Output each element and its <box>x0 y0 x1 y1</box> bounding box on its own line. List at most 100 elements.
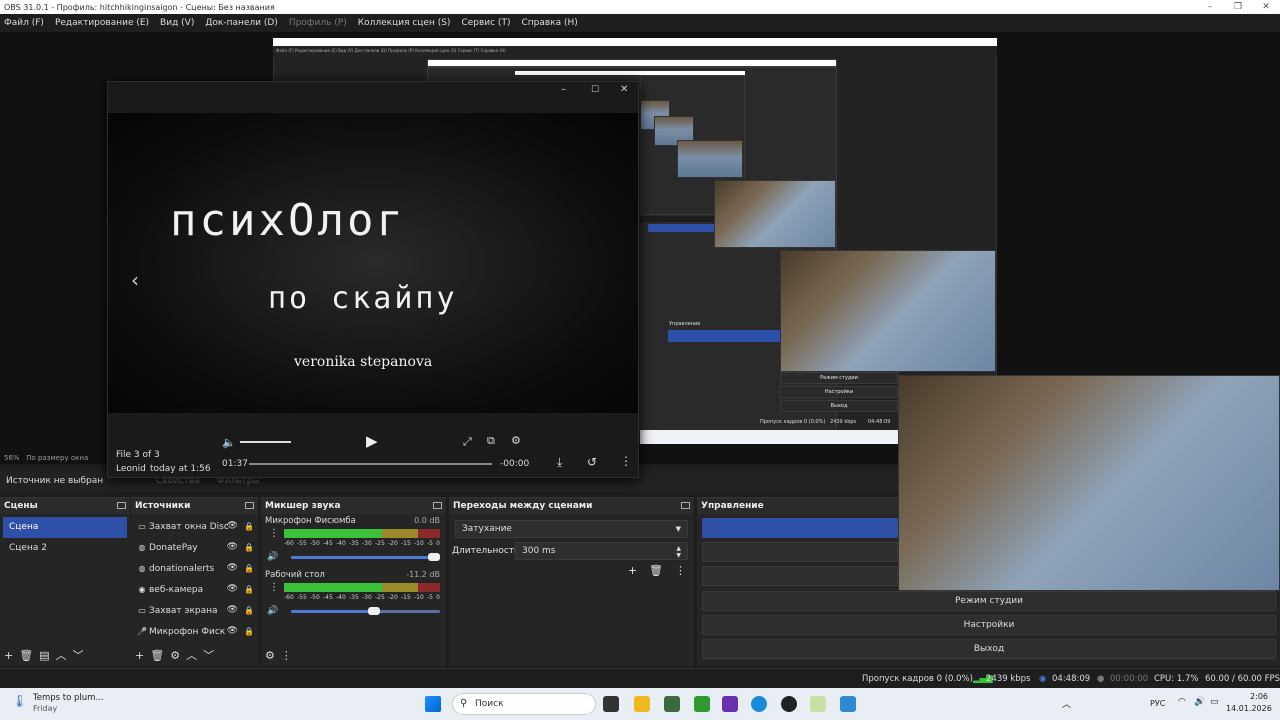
undock-icon[interactable] <box>117 502 126 509</box>
mixer-menu-icon[interactable]: ⋮ <box>281 649 292 662</box>
virtual-camera-button[interactable] <box>702 566 898 586</box>
transition-menu-icon[interactable]: ⋮ <box>675 564 686 577</box>
start-recording-button[interactable] <box>702 542 898 562</box>
pip-icon[interactable]: ⧉ <box>487 434 495 448</box>
lock-icon[interactable]: 🔒 <box>244 516 254 537</box>
visibility-eye-icon[interactable]: 👁 <box>227 621 238 642</box>
move-down-icon[interactable]: ﹀ <box>73 647 84 663</box>
clock-date[interactable]: 14.01.2026 <box>1226 704 1272 713</box>
remove-scene-icon[interactable]: 🗑 <box>19 649 33 662</box>
player-maximize-button[interactable]: ☐ <box>591 85 599 95</box>
move-down-icon[interactable]: ﹀ <box>203 647 214 663</box>
source-item[interactable]: ▭ Захват окна Disc 👁 🔒 <box>131 516 258 537</box>
file-explorer-icon[interactable] <box>634 696 650 712</box>
tray-chevron-icon[interactable]: ︿ <box>1062 697 1071 710</box>
play-icon[interactable]: ▶ <box>366 432 378 450</box>
source-properties-icon[interactable]: ⚙ <box>170 649 180 662</box>
start-streaming-button[interactable] <box>702 518 898 538</box>
volume-slider[interactable] <box>291 553 440 561</box>
edge-icon[interactable] <box>751 696 767 712</box>
menu-scene-collection[interactable]: Коллекция сцен (S) <box>358 18 451 28</box>
volume-icon[interactable]: 🔈 <box>222 436 236 449</box>
seek-bar[interactable] <box>249 463 492 465</box>
search-box[interactable]: ⚲ Поиск <box>452 693 596 715</box>
move-up-icon[interactable]: ︿ <box>186 647 197 663</box>
app-icon[interactable] <box>722 696 738 712</box>
lock-icon[interactable]: 🔒 <box>244 621 254 642</box>
studio-mode-button[interactable]: Режим студии <box>702 591 1276 611</box>
lock-icon[interactable]: 🔒 <box>244 558 254 579</box>
scene-filters-icon[interactable]: ▤ <box>39 649 49 662</box>
battery-icon[interactable]: ▭ <box>1210 697 1219 707</box>
source-item[interactable]: ◍ DonatePay 👁 🔒 <box>131 537 258 558</box>
channel-menu-icon[interactable]: ⋮ <box>269 528 279 539</box>
source-item[interactable]: 🎤 Микрофон Фиск 👁 🔒 <box>131 621 258 642</box>
advanced-audio-icon[interactable]: ⚙ <box>265 649 275 662</box>
menu-docks[interactable]: Док-панели (D) <box>205 18 277 28</box>
player-close-button[interactable]: ✕ <box>620 84 628 95</box>
source-item[interactable]: ▭ Захват экрана 👁 🔒 <box>131 600 258 621</box>
remove-source-icon[interactable]: 🗑 <box>150 649 164 662</box>
obs-icon[interactable] <box>781 696 797 712</box>
fullscreen-icon[interactable]: ⤢ <box>463 435 472 449</box>
weather-title[interactable]: Temps to plum... <box>33 693 104 703</box>
source-item[interactable]: ◍ donationalerts 👁 🔒 <box>131 558 258 579</box>
speaker-icon[interactable]: 🔊 <box>267 606 278 616</box>
zoom-mode[interactable]: По размеру окна <box>26 454 88 462</box>
player-minimize-button[interactable]: – <box>561 84 566 95</box>
download-icon[interactable]: ⤓ <box>557 455 562 470</box>
settings-button[interactable]: Настройки <box>702 615 1276 635</box>
app-icon[interactable] <box>810 696 826 712</box>
maximize-button[interactable]: ❐ <box>1224 2 1252 12</box>
menu-profile[interactable]: Профиль (P) <box>289 18 347 28</box>
menu-file[interactable]: Файл (F) <box>4 18 44 28</box>
volume-icon[interactable]: 🔊 <box>1194 697 1205 707</box>
clock-time[interactable]: 2:06 <box>1226 692 1268 701</box>
rotate-icon[interactable]: ↺ <box>587 455 597 469</box>
lock-icon[interactable]: 🔒 <box>244 579 254 600</box>
windows-start-icon[interactable] <box>425 696 441 712</box>
settings-gear-icon[interactable]: ⚙ <box>511 434 521 447</box>
language-indicator[interactable]: РУС <box>1150 699 1165 708</box>
lock-icon[interactable]: 🔒 <box>244 537 254 558</box>
app-icon[interactable] <box>664 696 680 712</box>
menu-edit[interactable]: Редактирование (E) <box>55 18 149 28</box>
transition-select[interactable]: Затухание ▼ <box>455 520 688 538</box>
move-up-icon[interactable]: ︿ <box>56 647 67 663</box>
visibility-eye-icon[interactable]: 👁 <box>227 600 238 621</box>
visibility-eye-icon[interactable]: 👁 <box>227 579 238 600</box>
add-source-icon[interactable]: + <box>135 649 144 662</box>
undock-icon[interactable] <box>433 502 442 509</box>
source-item[interactable]: ◉ веб-камера 👁 🔒 <box>131 579 258 600</box>
menu-tools[interactable]: Сервис (T) <box>461 18 510 28</box>
scene-item[interactable]: Сцена 2 <box>3 538 127 559</box>
volume-knob[interactable] <box>428 553 440 561</box>
wifi-icon[interactable]: ◠ <box>1178 697 1186 707</box>
xbox-icon[interactable] <box>694 696 710 712</box>
channel-menu-icon[interactable]: ⋮ <box>269 582 279 593</box>
minimize-button[interactable]: – <box>1196 2 1224 12</box>
exit-button[interactable]: Выход <box>702 639 1276 659</box>
prev-arrow-icon[interactable]: ‹ <box>131 268 139 292</box>
remove-transition-icon[interactable]: 🗑 <box>649 564 663 577</box>
add-transition-icon[interactable]: + <box>628 564 637 577</box>
volume-slider[interactable] <box>291 607 440 615</box>
telegram-icon[interactable] <box>840 696 856 712</box>
close-button[interactable]: ✕ <box>1252 2 1280 12</box>
visibility-eye-icon[interactable]: 👁 <box>227 558 238 579</box>
undock-icon[interactable] <box>681 502 690 509</box>
task-view-icon[interactable] <box>603 696 619 712</box>
more-options-icon[interactable]: ⋮ <box>620 454 632 468</box>
visibility-eye-icon[interactable]: 👁 <box>227 516 238 537</box>
spin-arrows-icon[interactable]: ▲ ▼ <box>676 545 681 559</box>
scene-item[interactable]: Сцена <box>3 517 127 538</box>
menu-help[interactable]: Справка (H) <box>521 18 577 28</box>
volume-knob[interactable] <box>368 607 381 615</box>
lock-icon[interactable]: 🔒 <box>244 600 254 621</box>
add-scene-icon[interactable]: + <box>4 649 13 662</box>
speaker-icon[interactable]: 🔊 <box>267 552 278 562</box>
volume-slider[interactable] <box>240 441 291 443</box>
menu-view[interactable]: Вид (V) <box>160 18 194 28</box>
duration-spinbox[interactable]: 300 ms ▲ ▼ <box>515 542 688 560</box>
visibility-eye-icon[interactable]: 👁 <box>227 537 238 558</box>
